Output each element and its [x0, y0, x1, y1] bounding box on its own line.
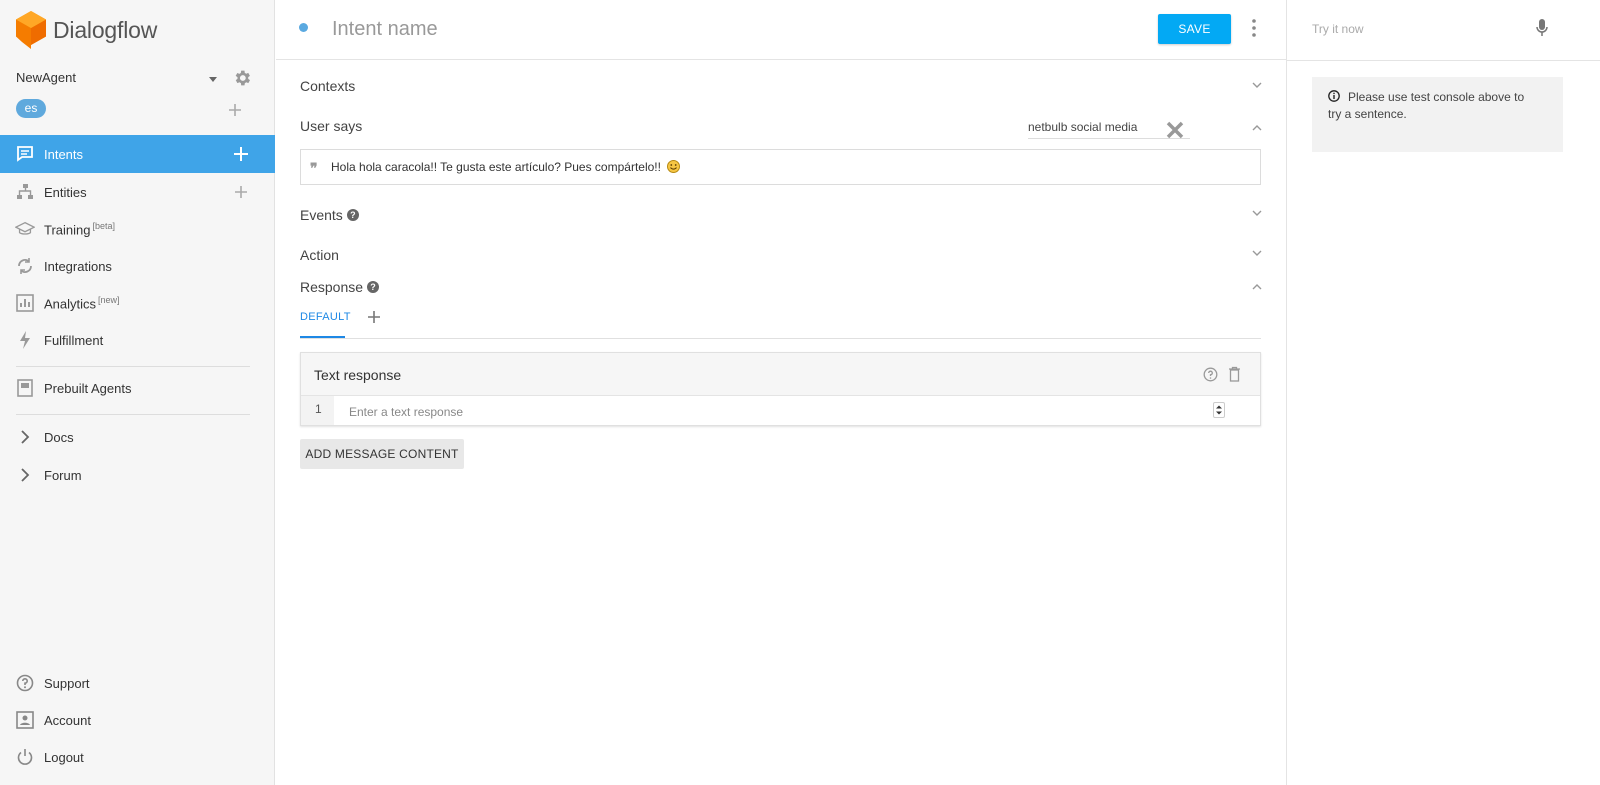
chevron-down-icon[interactable]: [1252, 82, 1262, 89]
bar-chart-icon: [15, 293, 35, 313]
sidebar-item-label: Analytics: [44, 296, 97, 312]
intent-status-dot: [299, 23, 308, 32]
sidebar-item-label: Forum: [44, 467, 82, 483]
response-label: Response: [300, 279, 364, 295]
sidebar-item-account[interactable]: Account: [0, 701, 275, 739]
chevron-up-icon[interactable]: [1252, 124, 1262, 131]
chevron-up-icon[interactable]: [1252, 283, 1262, 290]
dialogflow-logo-icon: [16, 11, 46, 49]
caret-down-icon[interactable]: [209, 77, 217, 82]
sidebar-item-label: Support: [44, 675, 90, 691]
sidebar-item-label: Docs: [44, 429, 74, 445]
try-it-now-input[interactable]: [1312, 19, 1542, 39]
card-title: Text response: [314, 367, 402, 383]
sidebar-item-label: Account: [44, 712, 91, 728]
clear-search-icon[interactable]: [1166, 121, 1184, 139]
sidebar-item-entities[interactable]: Entities: [0, 173, 275, 211]
help-icon[interactable]: ?: [367, 281, 380, 293]
add-entity-icon[interactable]: [233, 184, 249, 200]
events-section-title[interactable]: Events ?: [300, 207, 359, 223]
action-section-title[interactable]: Action: [300, 247, 339, 263]
sidebar-item-label: Training: [44, 222, 91, 238]
tab-default[interactable]: DEFAULT: [300, 311, 351, 323]
sidebar-item-label: Prebuilt Agents: [44, 380, 132, 396]
sidebar-item-analytics[interactable]: Analytics [new]: [0, 284, 275, 322]
logo[interactable]: Dialogflow: [16, 11, 157, 49]
contexts-section-title[interactable]: Contexts: [300, 78, 355, 94]
language-chip[interactable]: es: [16, 99, 46, 118]
chevron-right-icon: [15, 465, 35, 485]
intent-name-input[interactable]: [332, 14, 1032, 44]
smiley-emoji-icon: [667, 160, 681, 173]
sync-icon: [15, 256, 35, 276]
chevron-down-icon[interactable]: [1252, 210, 1262, 217]
sidebar-item-fulfillment[interactable]: Fulfillment: [0, 321, 275, 359]
card-header: Text response: [301, 353, 1260, 396]
help-icon[interactable]: ?: [346, 209, 359, 221]
chevron-right-icon: [15, 427, 35, 447]
row-number: 1: [301, 396, 334, 425]
sidebar-item-label: Integrations: [44, 258, 112, 274]
book-icon: [15, 378, 35, 398]
agent-selector[interactable]: NewAgent: [16, 70, 252, 90]
help-outline-icon[interactable]: [1203, 367, 1218, 382]
info-message: Please use test console above to try a s…: [1328, 90, 1525, 121]
microphone-icon[interactable]: [1536, 19, 1548, 37]
agent-name: NewAgent: [16, 70, 76, 85]
panel-divider: [1287, 60, 1600, 61]
chevron-down-icon[interactable]: [1252, 250, 1262, 257]
add-language-icon[interactable]: [227, 102, 243, 118]
user-phrase-text: Hola hola caracola!! Te gusta este artíc…: [331, 160, 661, 174]
sidebar-item-forum[interactable]: Forum: [0, 456, 275, 494]
text-response-input[interactable]: [349, 403, 1169, 421]
sidebar-divider: [16, 414, 250, 415]
gear-icon[interactable]: [232, 68, 252, 88]
sidebar-item-label: Entities: [44, 184, 87, 200]
sidebar-item-logout[interactable]: Logout: [0, 738, 275, 776]
help-circle-icon: [15, 673, 35, 693]
graduation-cap-icon: [15, 219, 35, 239]
hierarchy-icon: [15, 182, 35, 202]
sidebar-item-integrations[interactable]: Integrations: [0, 247, 275, 285]
sidebar-divider: [16, 366, 250, 367]
user-says-label: User says: [300, 118, 363, 134]
text-response-card: Text response 1: [300, 352, 1261, 426]
info-box: Please use test console above to try a s…: [1312, 77, 1563, 152]
sidebar-item-intents[interactable]: Intents: [0, 135, 275, 173]
sidebar-item-training[interactable]: Training [beta]: [0, 210, 275, 248]
add-tab-icon[interactable]: [368, 311, 380, 323]
new-badge: [new]: [98, 294, 120, 305]
save-button[interactable]: SAVE: [1158, 14, 1231, 44]
app-name: Dialogflow: [53, 16, 158, 43]
trash-icon[interactable]: [1228, 366, 1241, 382]
sidebar: Dialogflow NewAgent es Intents Entities …: [0, 0, 275, 785]
quote-icon: ❞: [310, 160, 318, 176]
sidebar-item-label: Fulfillment: [44, 332, 104, 348]
account-box-icon: [15, 710, 35, 730]
sidebar-item-docs[interactable]: Docs: [0, 418, 275, 456]
intent-header: SAVE: [276, 0, 1286, 60]
user-says-section-title[interactable]: User says: [300, 118, 362, 134]
spinner-control[interactable]: [1213, 402, 1225, 418]
tabs-divider: [300, 338, 1261, 339]
contexts-label: Contexts: [300, 78, 356, 94]
add-intent-icon[interactable]: [233, 146, 249, 162]
action-label: Action: [300, 247, 339, 263]
events-label: Events: [300, 207, 343, 223]
power-icon: [15, 747, 35, 767]
more-vert-icon[interactable]: [1251, 18, 1257, 38]
user-phrase-row[interactable]: ❞ Hola hola caracola!! Te gusta este art…: [300, 149, 1261, 185]
sidebar-item-prebuilt-agents[interactable]: Prebuilt Agents: [0, 369, 275, 407]
test-console-panel: Please use test console above to try a s…: [1286, 0, 1600, 785]
sidebar-item-label: Logout: [44, 749, 84, 765]
lightning-icon: [15, 330, 35, 350]
response-section-title[interactable]: Response ?: [300, 279, 380, 295]
add-message-content-button[interactable]: ADD MESSAGE CONTENT: [300, 439, 464, 469]
sidebar-item-label: Intents: [44, 146, 84, 162]
sidebar-item-support[interactable]: Support: [0, 664, 275, 702]
chat-icon: [15, 144, 35, 164]
beta-badge: [beta]: [92, 220, 116, 231]
